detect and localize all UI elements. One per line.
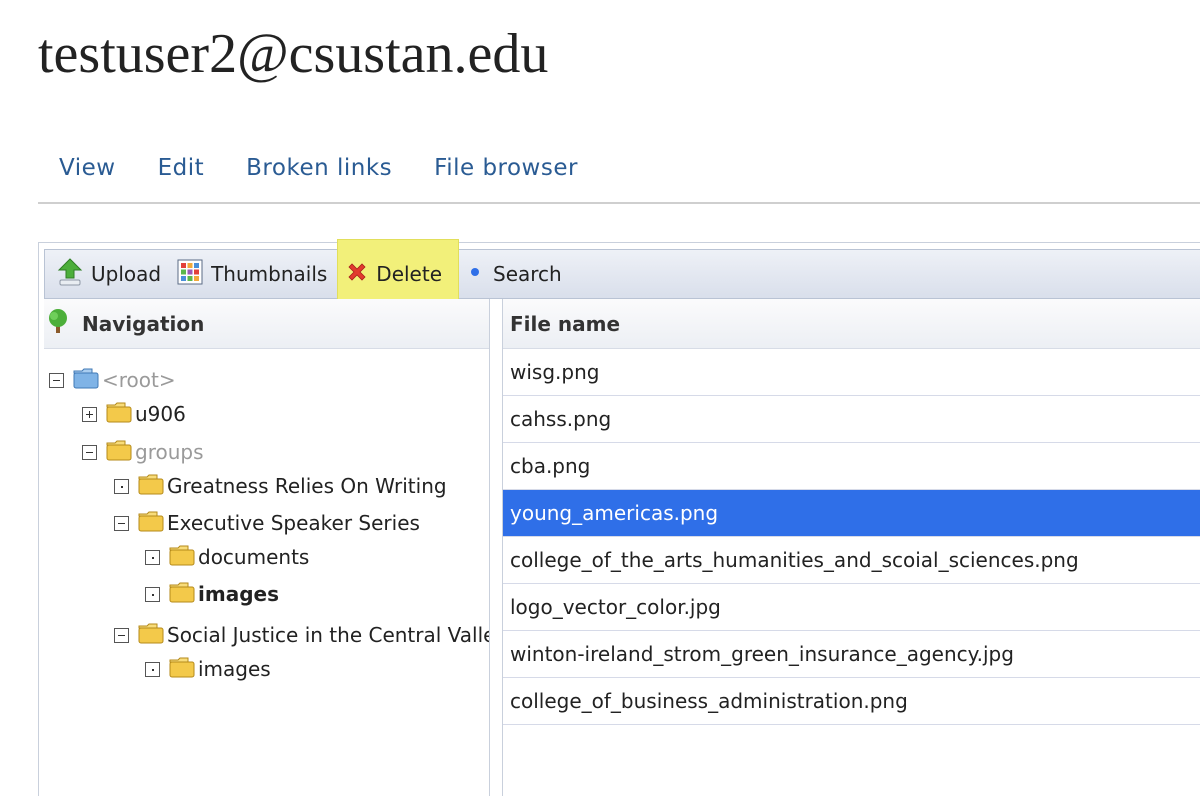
- leaf-toggle-icon[interactable]: [114, 478, 129, 494]
- folder-icon: [137, 472, 165, 501]
- file-row[interactable]: cba.png: [503, 443, 1200, 490]
- tree-node[interactable]: images: [145, 579, 279, 609]
- file-list: wisg.png cahss.png cba.png young_americas.p…: [503, 349, 1200, 725]
- tree-node[interactable]: Executive Speaker Series: [114, 508, 420, 538]
- folder-blue-icon: [72, 366, 100, 395]
- collapse-icon[interactable]: [49, 372, 64, 388]
- tree-node[interactable]: images: [145, 654, 271, 684]
- upload-icon: [57, 257, 83, 292]
- collapse-icon[interactable]: [114, 515, 129, 531]
- radio-dot-icon: [465, 262, 485, 287]
- tab-view[interactable]: View: [38, 150, 137, 186]
- folder-icon: [168, 655, 196, 684]
- folder-icon: [137, 509, 165, 538]
- tree-node-label: images: [198, 582, 279, 606]
- leaf-toggle-icon[interactable]: [145, 661, 160, 677]
- tree-node-label: Social Justice in the Central Valley: [167, 623, 489, 647]
- file-list-panel: File name wisg.png cahss.png cba.png young_…: [502, 299, 1200, 796]
- search-label: Search: [493, 262, 562, 286]
- tree-node[interactable]: u906: [82, 399, 186, 429]
- tree-node-label: Executive Speaker Series: [167, 511, 420, 535]
- tab-bar: View Edit Broken links File browser: [38, 150, 1200, 186]
- tab-broken-links[interactable]: Broken links: [225, 150, 413, 186]
- navigation-header: Navigation: [44, 299, 489, 349]
- tabs-divider: [38, 202, 1200, 204]
- tree-node-label: Greatness Relies On Writing: [167, 474, 447, 498]
- toolbar: Upload Thumbnails Delete Search: [44, 239, 1200, 309]
- tree-node-label: u906: [135, 402, 186, 426]
- folder-icon: [168, 543, 196, 572]
- tree-node[interactable]: Social Justice in the Central Valley: [114, 620, 489, 650]
- upload-label: Upload: [91, 262, 162, 286]
- file-browser: Upload Thumbnails Delete Search Navigati…: [38, 239, 1200, 796]
- collapse-icon[interactable]: [114, 627, 129, 643]
- file-row[interactable]: winton-ireland_strom_green_insurance_age…: [503, 631, 1200, 678]
- file-row[interactable]: college_of_the_arts_humanities_and_scoia…: [503, 537, 1200, 584]
- folder-icon: [105, 400, 133, 429]
- thumbnails-button[interactable]: Thumbnails: [171, 250, 337, 298]
- leaf-toggle-icon[interactable]: [145, 586, 160, 602]
- thumbnails-label: Thumbnails: [211, 262, 328, 286]
- file-row[interactable]: wisg.png: [503, 349, 1200, 396]
- tree-node-label: documents: [198, 545, 310, 569]
- expand-icon[interactable]: [82, 406, 97, 422]
- tab-edit[interactable]: Edit: [137, 150, 226, 186]
- tree-node-label: images: [198, 657, 271, 681]
- file-row[interactable]: cahss.png: [503, 396, 1200, 443]
- tree-node-label: <root>: [102, 368, 176, 392]
- navigation-panel: Navigation <root> u906 groups Greatness Rel…: [44, 299, 490, 796]
- folder-icon: [105, 438, 133, 467]
- tab-file-browser[interactable]: File browser: [413, 150, 599, 186]
- tree-node[interactable]: documents: [145, 542, 309, 572]
- tree-node[interactable]: Greatness Relies On Writing: [114, 471, 447, 501]
- file-row[interactable]: college_of_business_administration.png: [503, 678, 1200, 725]
- delete-label: Delete: [376, 262, 443, 286]
- navigation-title: Navigation: [82, 311, 205, 336]
- tree-node[interactable]: groups: [82, 437, 204, 467]
- search-button[interactable]: Search: [459, 250, 572, 298]
- tree-node[interactable]: <root>: [49, 365, 176, 395]
- file-row[interactable]: logo_vector_color.jpg: [503, 584, 1200, 631]
- thumbnails-icon: [177, 259, 203, 290]
- file-row[interactable]: young_americas.png: [503, 490, 1200, 537]
- delete-icon: [346, 261, 368, 288]
- tree-node-label: groups: [135, 440, 204, 464]
- collapse-icon[interactable]: [82, 444, 97, 460]
- upload-button[interactable]: Upload: [51, 250, 171, 298]
- folder-icon: [168, 580, 196, 609]
- tree-icon: [44, 307, 72, 340]
- folder-icon: [137, 621, 165, 650]
- leaf-toggle-icon[interactable]: [145, 549, 160, 565]
- page-title: testuser2@csustan.edu: [38, 23, 549, 85]
- file-name-header[interactable]: File name: [503, 299, 1200, 349]
- folder-tree: <root> u906 groups Greatness Relies On Writ…: [44, 351, 489, 796]
